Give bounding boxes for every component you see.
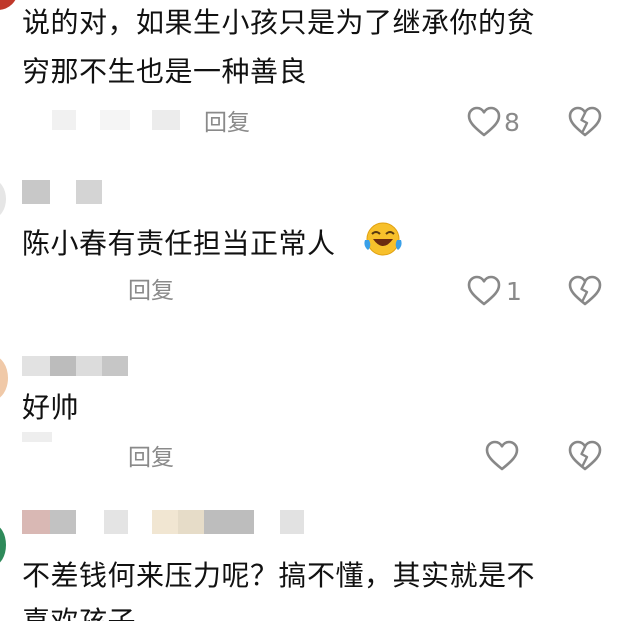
- broken-heart-icon[interactable]: [568, 106, 602, 138]
- heart-outline-icon[interactable]: [467, 106, 501, 138]
- comment-3: 好帅 回复: [0, 340, 640, 490]
- comment-1: 说的对，如果生小孩只是为了继承你的贫 穷那不生也是一种善良 回复 8: [0, 0, 640, 150]
- comment-2: 陈小春有责任担当正常人 回复 1: [0, 160, 640, 320]
- reply-button[interactable]: 回复: [128, 444, 174, 468]
- redacted-username: [76, 180, 102, 204]
- redacted-meta: [100, 110, 130, 130]
- redacted-username: [76, 356, 102, 376]
- redacted-username: [22, 356, 50, 376]
- redacted-username: [280, 510, 304, 534]
- comment-text: 陈小春有责任担当正常人: [22, 227, 336, 260]
- redacted-username: [22, 180, 50, 204]
- reply-button[interactable]: 回复: [204, 109, 250, 137]
- comment-4: 不差钱何来压力呢？搞不懂，其实就是不 喜欢孩子: [0, 500, 640, 621]
- comment-text-line: 说的对，如果生小孩只是为了继承你的贫: [22, 6, 536, 39]
- redacted-meta: [22, 432, 52, 442]
- laughing-tears-emoji-icon: [362, 220, 404, 258]
- heart-outline-icon[interactable]: [467, 275, 501, 307]
- redacted-username: [102, 356, 128, 376]
- comment-text-line: 不差钱何来压力呢？搞不懂，其实就是不: [22, 559, 536, 592]
- like-count: 8: [504, 108, 520, 137]
- redacted-username: [22, 510, 50, 534]
- comment-text-line: 喜欢孩子: [22, 602, 136, 621]
- redacted-username: [104, 510, 128, 534]
- redacted-username: [204, 510, 254, 534]
- redacted-username: [50, 356, 76, 376]
- redacted-meta: [52, 110, 76, 130]
- redacted-username: [50, 510, 76, 534]
- redacted-username: [152, 510, 178, 534]
- like-count: 1: [506, 277, 522, 306]
- reply-button[interactable]: 回复: [128, 277, 174, 305]
- redacted-meta: [152, 110, 180, 130]
- broken-heart-icon[interactable]: [568, 275, 602, 307]
- heart-outline-icon[interactable]: [485, 440, 519, 472]
- comment-text: 好帅: [22, 391, 80, 424]
- redacted-username: [178, 510, 204, 534]
- comment-text-line: 穷那不生也是一种善良: [22, 55, 308, 88]
- broken-heart-icon[interactable]: [568, 440, 602, 472]
